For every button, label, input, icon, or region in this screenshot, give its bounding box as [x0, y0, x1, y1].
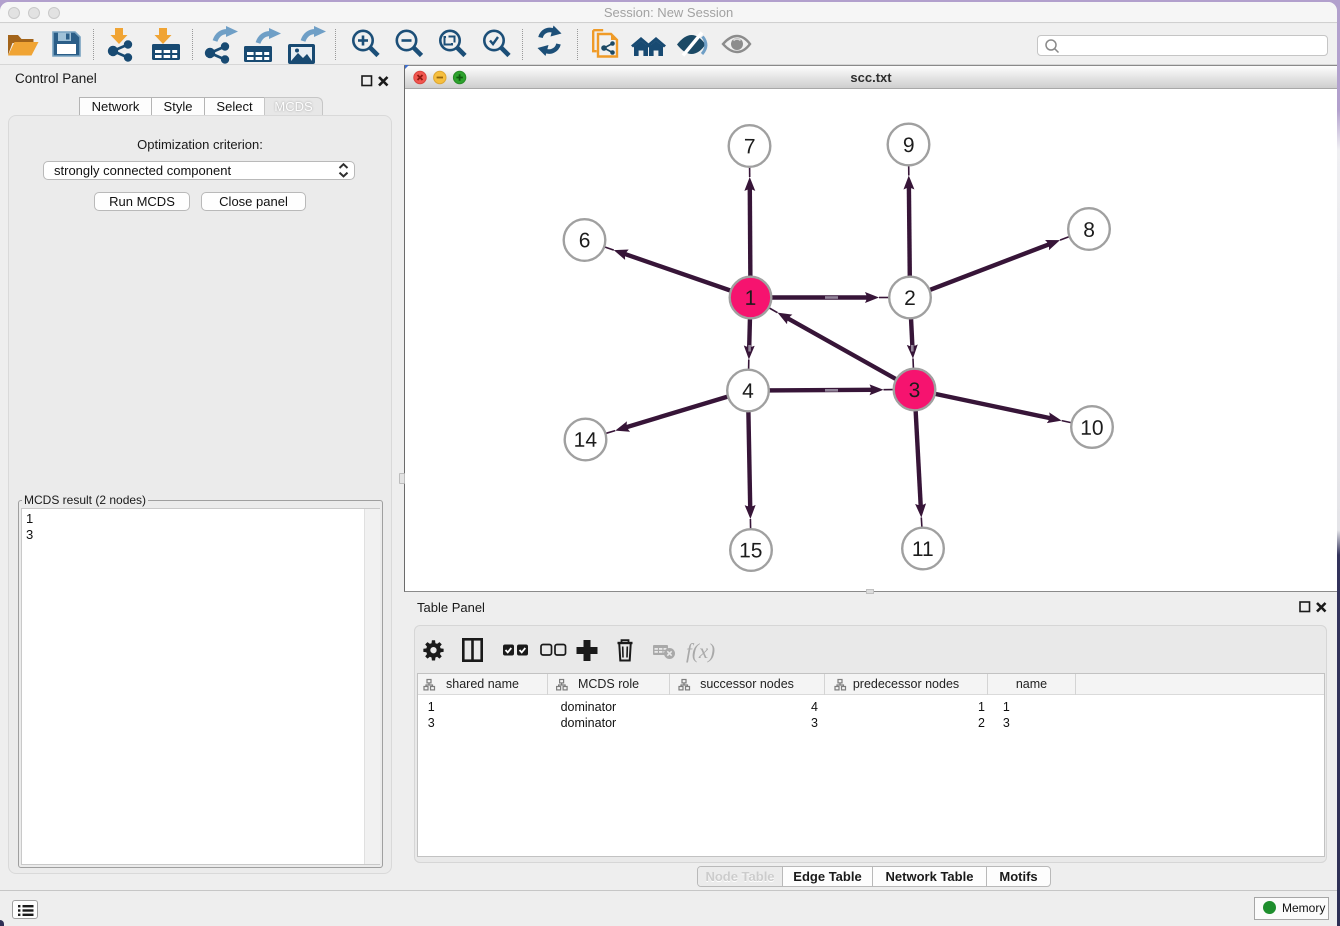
svg-text:8: 8 — [1083, 219, 1095, 242]
svg-text:10: 10 — [1080, 417, 1103, 440]
svg-text:7: 7 — [744, 135, 756, 158]
svg-text:9: 9 — [903, 134, 915, 157]
svg-text:1: 1 — [745, 287, 757, 310]
svg-text:4: 4 — [742, 380, 754, 403]
svg-text:f(x): f(x) — [686, 639, 715, 663]
svg-text:3: 3 — [909, 379, 921, 402]
svg-text:2: 2 — [904, 287, 916, 310]
svg-text:6: 6 — [579, 229, 591, 252]
svg-text:15: 15 — [739, 539, 762, 562]
svg-text:11: 11 — [912, 538, 934, 561]
svg-text:14: 14 — [574, 429, 598, 452]
